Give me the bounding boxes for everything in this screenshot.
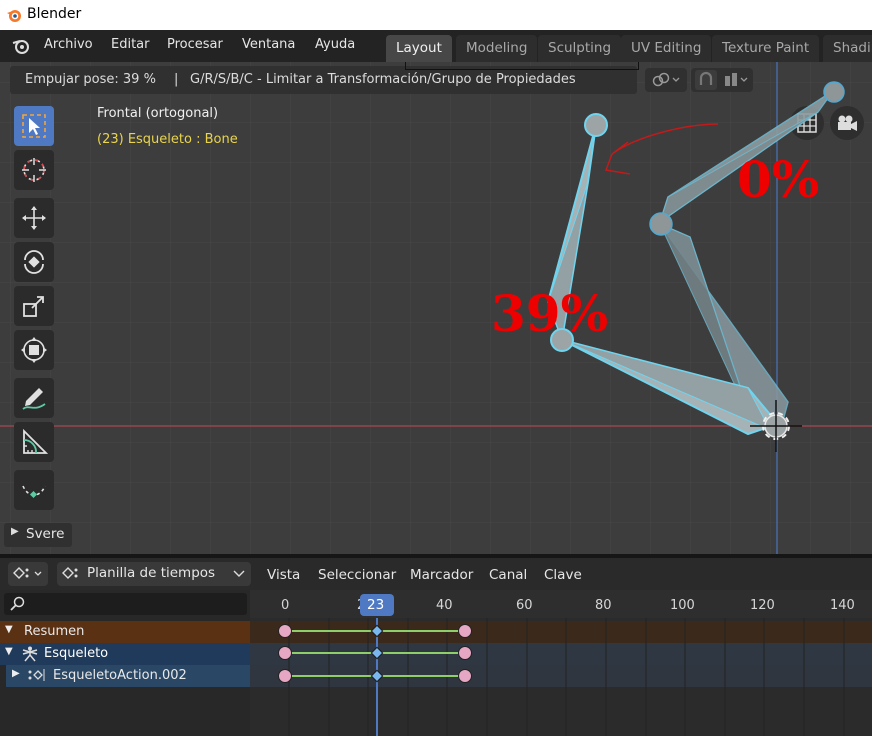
collapse-triangle-icon: ▼ xyxy=(5,646,13,657)
menu-editar[interactable]: Editar xyxy=(111,37,150,52)
menu-ventana[interactable]: Ventana xyxy=(242,37,295,52)
channel-label-action: EsqueletoAction.002 xyxy=(53,668,187,683)
3d-viewport[interactable]: Empujar pose: 39 % | G/R/S/B/C - Limitar… xyxy=(0,62,872,554)
keyframe xyxy=(278,624,292,638)
channel-row-action[interactable]: ▶ EsqueletoAction.002 xyxy=(6,665,250,687)
channel-label-summary: Resumen xyxy=(24,624,85,639)
timeline-mode-icon xyxy=(62,567,78,579)
title-bar: Blender xyxy=(0,0,872,30)
current-frame-label: 23 xyxy=(367,597,385,613)
tab-uv-editing[interactable]: UV Editing xyxy=(621,35,712,62)
ruler-label: 40 xyxy=(436,598,453,613)
channel-row-summary[interactable]: ▼ Resumen xyxy=(0,621,250,643)
channel-row-armature[interactable]: ▼ Esqueleto xyxy=(0,643,250,665)
chevron-down-icon xyxy=(233,570,245,577)
expand-triangle-icon: ▶ xyxy=(12,668,20,679)
ruler-label: 100 xyxy=(670,598,695,613)
menu-ayuda[interactable]: Ayuda xyxy=(315,37,355,52)
action-icon xyxy=(28,669,45,681)
channel-label-armature: Esqueleto xyxy=(44,646,109,661)
editor-type-dropdown[interactable] xyxy=(8,562,48,586)
keyframe xyxy=(278,669,292,683)
channel-search-input[interactable] xyxy=(4,593,247,615)
keyframe xyxy=(458,624,472,638)
keyframe xyxy=(278,646,292,660)
window-title: Blender xyxy=(27,6,82,22)
tab-shading[interactable]: Shadin xyxy=(823,35,872,62)
tab-layout[interactable]: Layout xyxy=(386,35,452,62)
timeline-menu-marcador[interactable]: Marcador xyxy=(410,567,473,583)
tab-sculpting[interactable]: Sculpting xyxy=(538,35,622,62)
blender-logo-icon xyxy=(7,10,21,22)
menu-procesar[interactable]: Procesar xyxy=(167,37,223,52)
timeline-menu-canal[interactable]: Canal xyxy=(489,567,527,583)
ruler-label: 80 xyxy=(595,598,612,613)
dopesheet-editor-icon xyxy=(13,567,42,579)
mode-dropdown-label: Planilla de tiempos xyxy=(87,565,216,581)
frame-ruler[interactable] xyxy=(250,590,872,618)
collapse-triangle-icon: ▼ xyxy=(5,624,13,635)
ruler-label: 0 xyxy=(281,598,290,613)
menu-archivo[interactable]: Archivo xyxy=(44,37,93,52)
tab-texture-paint[interactable]: Texture Paint xyxy=(712,35,820,62)
keyframe-tracks xyxy=(250,618,872,736)
ruler-label: 60 xyxy=(516,598,533,613)
annotation-39-percent: 39% xyxy=(491,284,609,343)
search-icon xyxy=(10,596,25,611)
ruler-label: 120 xyxy=(750,598,775,613)
armature-drawing xyxy=(546,81,845,452)
keyframe xyxy=(458,646,472,660)
timeline-header: Planilla de tiempos Vista Seleccionar Ma… xyxy=(0,558,872,590)
timeline-menu-vista[interactable]: Vista xyxy=(267,567,300,583)
keyframe xyxy=(458,669,472,683)
channel-list: ▼ Resumen ▼ Esqueleto ▶ EsqueletoAction.… xyxy=(0,590,250,736)
top-menu-bar: Archivo Editar Procesar Ventana Ayuda La… xyxy=(0,30,872,62)
ruler-label: 140 xyxy=(830,598,855,613)
annotation-arrow-icon xyxy=(604,123,719,175)
current-frame-indicator[interactable]: 23 xyxy=(360,594,394,616)
annotation-0-percent: 0% xyxy=(737,150,820,209)
armature-icon xyxy=(22,646,38,662)
mode-dropdown[interactable]: Planilla de tiempos xyxy=(57,562,251,586)
tab-modeling[interactable]: Modeling xyxy=(456,35,538,62)
keyframe-area[interactable]: 0 2 40 60 80 100 120 140 xyxy=(250,590,872,736)
blender-menu-icon[interactable] xyxy=(11,37,31,55)
timeline-menu-seleccionar[interactable]: Seleccionar xyxy=(318,567,396,583)
timeline-menu-clave[interactable]: Clave xyxy=(544,567,582,583)
